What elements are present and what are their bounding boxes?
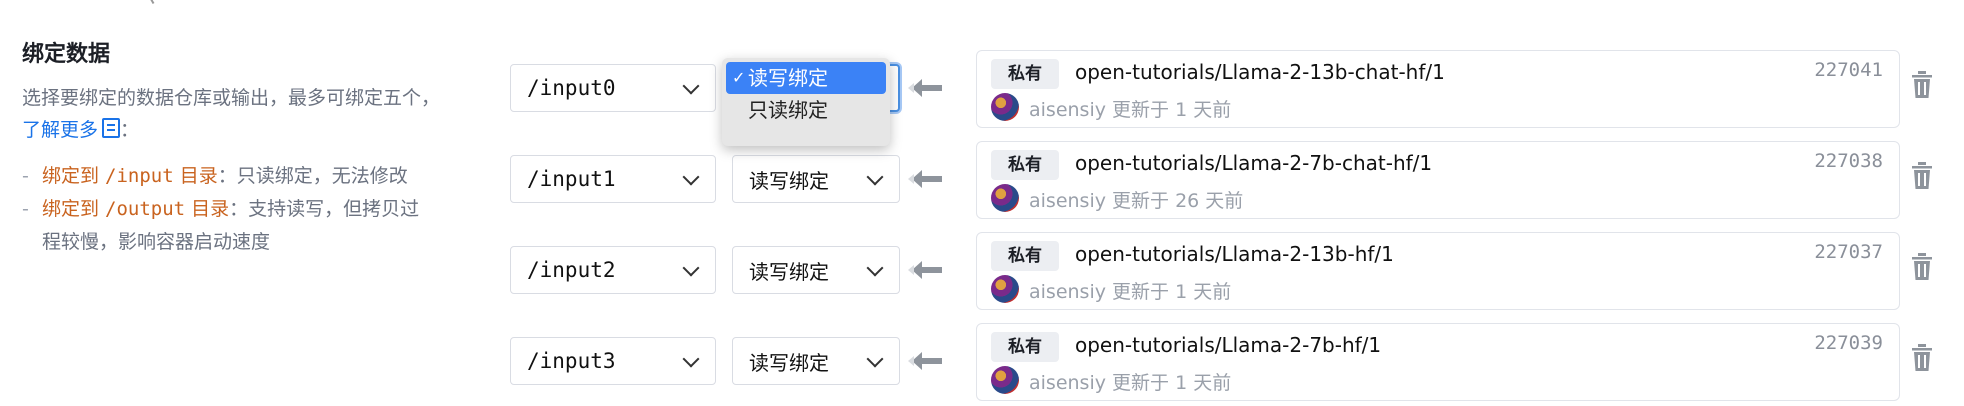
- updated-time: 更新于 1 天前: [1112, 99, 1232, 121]
- author-name: aisensiy: [1029, 190, 1106, 212]
- path-value: /input3: [527, 349, 616, 373]
- trash-icon[interactable]: [1910, 343, 1934, 373]
- mode-select[interactable]: 读写绑定: [732, 155, 900, 203]
- trash-icon[interactable]: [1910, 70, 1934, 100]
- mode-dropdown: ✓ 读写绑定 只读绑定: [722, 58, 890, 146]
- visibility-badge: 私有: [991, 241, 1059, 271]
- updated-time: 更新于 26 天前: [1112, 190, 1244, 212]
- chevron-down-icon: [866, 259, 884, 277]
- binding-row: /input3 读写绑定 私有 open-tutorials/Llama-2-7…: [0, 323, 1964, 401]
- chevron-down-icon: [682, 350, 700, 368]
- repo-card[interactable]: 私有 open-tutorials/Llama-2-7b-chat-hf/1 2…: [976, 141, 1900, 219]
- chevron-down-icon: [866, 168, 884, 186]
- mode-value: 读写绑定: [749, 259, 829, 284]
- mode-value: 读写绑定: [749, 350, 829, 375]
- chevron-down-icon: [866, 350, 884, 368]
- updated-time: 更新于 1 天前: [1112, 281, 1232, 303]
- repo-meta: aisensiy 更新于 26 天前: [1029, 186, 1243, 213]
- option-label: 读写绑定: [748, 66, 828, 90]
- option-read-write[interactable]: ✓ 读写绑定: [726, 62, 886, 94]
- mode-select[interactable]: 读写绑定: [732, 246, 900, 294]
- repo-card[interactable]: 私有 open-tutorials/Llama-2-13b-chat-hf/1 …: [976, 50, 1900, 128]
- binding-row: /input2 读写绑定 私有 open-tutorials/Llama-2-1…: [0, 232, 1964, 310]
- check-icon: ✓: [732, 68, 746, 87]
- visibility-badge: 私有: [991, 332, 1059, 362]
- avatar: [991, 275, 1019, 303]
- avatar: [991, 184, 1019, 212]
- arrow-left-icon: [908, 352, 942, 370]
- arrow-left-icon: [908, 261, 942, 279]
- author-name: aisensiy: [1029, 99, 1106, 121]
- repo-card[interactable]: 私有 open-tutorials/Llama-2-13b-hf/1 22703…: [976, 232, 1900, 310]
- path-select[interactable]: /input0: [510, 64, 716, 112]
- path-select[interactable]: /input3: [510, 337, 716, 385]
- repo-meta: aisensiy 更新于 1 天前: [1029, 277, 1231, 304]
- visibility-badge: 私有: [991, 150, 1059, 180]
- path-select[interactable]: /input2: [510, 246, 716, 294]
- path-value: /input2: [527, 258, 616, 282]
- path-value: /input0: [527, 76, 616, 100]
- repo-card[interactable]: 私有 open-tutorials/Llama-2-7b-hf/1 227039…: [976, 323, 1900, 401]
- binding-row: /input1 读写绑定 私有 open-tutorials/Llama-2-7…: [0, 141, 1964, 219]
- top-edge-mark: [148, 0, 162, 4]
- author-name: aisensiy: [1029, 372, 1106, 394]
- arrow-left-icon: [908, 170, 942, 188]
- option-label: 只读绑定: [748, 98, 828, 122]
- updated-time: 更新于 1 天前: [1112, 372, 1232, 394]
- visibility-badge: 私有: [991, 59, 1059, 89]
- repo-id: 227041: [1814, 59, 1883, 81]
- option-read-only[interactable]: 只读绑定: [726, 94, 886, 126]
- repo-name[interactable]: open-tutorials/Llama-2-7b-hf/1: [1075, 333, 1381, 357]
- repo-meta: aisensiy 更新于 1 天前: [1029, 95, 1231, 122]
- mode-value: 读写绑定: [749, 168, 829, 193]
- repo-meta: aisensiy 更新于 1 天前: [1029, 368, 1231, 395]
- chevron-down-icon: [682, 168, 700, 186]
- repo-id: 227039: [1814, 332, 1883, 354]
- author-name: aisensiy: [1029, 281, 1106, 303]
- mode-select[interactable]: 读写绑定: [732, 337, 900, 385]
- avatar: [991, 366, 1019, 394]
- repo-name[interactable]: open-tutorials/Llama-2-7b-chat-hf/1: [1075, 151, 1432, 175]
- chevron-down-icon: [682, 259, 700, 277]
- repo-name[interactable]: open-tutorials/Llama-2-13b-chat-hf/1: [1075, 60, 1445, 84]
- trash-icon[interactable]: [1910, 161, 1934, 191]
- path-value: /input1: [527, 167, 616, 191]
- path-select[interactable]: /input1: [510, 155, 716, 203]
- chevron-down-icon: [682, 77, 700, 95]
- arrow-left-icon: [908, 79, 942, 97]
- repo-id: 227038: [1814, 150, 1883, 172]
- avatar: [991, 93, 1019, 121]
- trash-icon[interactable]: [1910, 252, 1934, 282]
- repo-id: 227037: [1814, 241, 1883, 263]
- binding-row: /input0 私有 open-tutorials/Llama-2-13b-ch…: [0, 50, 1964, 128]
- repo-name[interactable]: open-tutorials/Llama-2-13b-hf/1: [1075, 242, 1394, 266]
